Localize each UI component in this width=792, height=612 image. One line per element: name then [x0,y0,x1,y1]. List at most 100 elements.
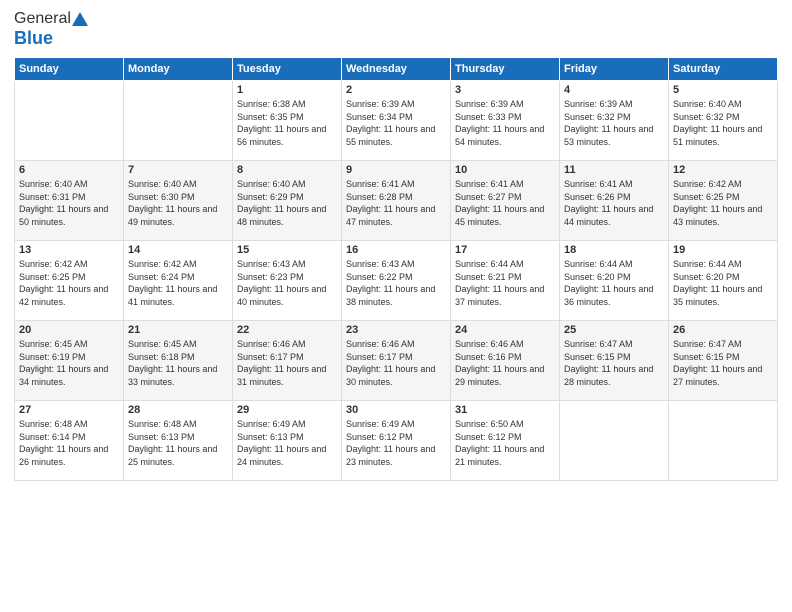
day-info: Sunrise: 6:39 AM Sunset: 6:32 PM Dayligh… [564,98,664,148]
calendar-cell: 6 Sunrise: 6:40 AM Sunset: 6:31 PM Daylig… [15,161,124,241]
calendar-cell: 17 Sunrise: 6:44 AM Sunset: 6:21 PM Dayli… [451,241,560,321]
day-info: Sunrise: 6:49 AM Sunset: 6:12 PM Dayligh… [346,418,446,468]
day-number: 19 [673,244,773,256]
calendar-cell: 26 Sunrise: 6:47 AM Sunset: 6:15 PM Dayli… [669,321,778,401]
day-number: 29 [237,404,337,416]
day-info: Sunrise: 6:41 AM Sunset: 6:27 PM Dayligh… [455,178,555,228]
calendar-header-sunday: Sunday [15,58,124,81]
day-info: Sunrise: 6:48 AM Sunset: 6:14 PM Dayligh… [19,418,119,468]
day-info: Sunrise: 6:44 AM Sunset: 6:20 PM Dayligh… [673,258,773,308]
day-number: 11 [564,164,664,176]
day-info: Sunrise: 6:40 AM Sunset: 6:31 PM Dayligh… [19,178,119,228]
calendar-cell [124,81,233,161]
day-info: Sunrise: 6:41 AM Sunset: 6:28 PM Dayligh… [346,178,446,228]
day-info: Sunrise: 6:41 AM Sunset: 6:26 PM Dayligh… [564,178,664,228]
calendar-header-monday: Monday [124,58,233,81]
day-info: Sunrise: 6:40 AM Sunset: 6:30 PM Dayligh… [128,178,228,228]
day-info: Sunrise: 6:49 AM Sunset: 6:13 PM Dayligh… [237,418,337,468]
calendar-cell: 24Sunrise: 6:46 AM Sunset: 6:16 PM Dayli… [451,321,560,401]
day-number: 7 [128,164,228,176]
day-number: 31 [455,404,555,416]
calendar-cell: 28 Sunrise: 6:48 AM Sunset: 6:13 PM Dayli… [124,401,233,481]
calendar-header-wednesday: Wednesday [342,58,451,81]
logo: General Blue [14,10,89,49]
calendar-cell: 27Sunrise: 6:48 AM Sunset: 6:14 PM Dayli… [15,401,124,481]
calendar-week-4: 20 Sunrise: 6:45 AM Sunset: 6:19 PM Dayli… [15,321,778,401]
calendar-week-1: 1 Sunrise: 6:38 AM Sunset: 6:35 PM Daylig… [15,81,778,161]
day-info: Sunrise: 6:47 AM Sunset: 6:15 PM Dayligh… [564,338,664,388]
calendar-cell: 22 Sunrise: 6:46 AM Sunset: 6:17 PM Dayli… [233,321,342,401]
calendar-cell: 13 Sunrise: 6:42 AM Sunset: 6:25 PM Dayli… [15,241,124,321]
day-number: 5 [673,84,773,96]
day-info: Sunrise: 6:38 AM Sunset: 6:35 PM Dayligh… [237,98,337,148]
logo-triangle-icon [71,10,89,28]
calendar-cell: 4Sunrise: 6:39 AM Sunset: 6:32 PM Daylig… [560,81,669,161]
page: General Blue SundayMondayTuesdayWednesda… [0,0,792,612]
day-number: 13 [19,244,119,256]
day-info: Sunrise: 6:45 AM Sunset: 6:18 PM Dayligh… [128,338,228,388]
day-number: 8 [237,164,337,176]
day-number: 14 [128,244,228,256]
calendar-cell: 9 Sunrise: 6:41 AM Sunset: 6:28 PM Daylig… [342,161,451,241]
calendar-cell: 11 Sunrise: 6:41 AM Sunset: 6:26 PM Dayli… [560,161,669,241]
day-info: Sunrise: 6:46 AM Sunset: 6:17 PM Dayligh… [346,338,446,388]
calendar-week-3: 13 Sunrise: 6:42 AM Sunset: 6:25 PM Dayli… [15,241,778,321]
calendar-header-friday: Friday [560,58,669,81]
day-info: Sunrise: 6:50 AM Sunset: 6:12 PM Dayligh… [455,418,555,468]
day-info: Sunrise: 6:44 AM Sunset: 6:20 PM Dayligh… [564,258,664,308]
day-number: 10 [455,164,555,176]
calendar-week-5: 27Sunrise: 6:48 AM Sunset: 6:14 PM Dayli… [15,401,778,481]
calendar-cell: 30 Sunrise: 6:49 AM Sunset: 6:12 PM Dayli… [342,401,451,481]
day-info: Sunrise: 6:39 AM Sunset: 6:34 PM Dayligh… [346,98,446,148]
calendar-cell: 21 Sunrise: 6:45 AM Sunset: 6:18 PM Dayli… [124,321,233,401]
calendar-cell [669,401,778,481]
calendar-cell: 16 Sunrise: 6:43 AM Sunset: 6:22 PM Dayli… [342,241,451,321]
day-number: 9 [346,164,446,176]
day-info: Sunrise: 6:43 AM Sunset: 6:22 PM Dayligh… [346,258,446,308]
calendar-cell: 25 Sunrise: 6:47 AM Sunset: 6:15 PM Dayli… [560,321,669,401]
calendar-cell: 7 Sunrise: 6:40 AM Sunset: 6:30 PM Daylig… [124,161,233,241]
day-number: 28 [128,404,228,416]
day-number: 22 [237,324,337,336]
calendar-cell: 2 Sunrise: 6:39 AM Sunset: 6:34 PM Daylig… [342,81,451,161]
calendar-cell: 12Sunrise: 6:42 AM Sunset: 6:25 PM Dayli… [669,161,778,241]
logo-blue-text: Blue [14,28,53,49]
day-info: Sunrise: 6:42 AM Sunset: 6:24 PM Dayligh… [128,258,228,308]
day-info: Sunrise: 6:45 AM Sunset: 6:19 PM Dayligh… [19,338,119,388]
day-info: Sunrise: 6:39 AM Sunset: 6:33 PM Dayligh… [455,98,555,148]
day-number: 12 [673,164,773,176]
day-info: Sunrise: 6:46 AM Sunset: 6:17 PM Dayligh… [237,338,337,388]
day-number: 2 [346,84,446,96]
day-number: 1 [237,84,337,96]
calendar-cell: 5Sunrise: 6:40 AM Sunset: 6:32 PM Daylig… [669,81,778,161]
calendar-cell [15,81,124,161]
day-number: 16 [346,244,446,256]
day-number: 20 [19,324,119,336]
header: General Blue [14,10,778,49]
day-info: Sunrise: 6:44 AM Sunset: 6:21 PM Dayligh… [455,258,555,308]
calendar-cell: 15 Sunrise: 6:43 AM Sunset: 6:23 PM Dayli… [233,241,342,321]
day-number: 23 [346,324,446,336]
day-number: 30 [346,404,446,416]
day-number: 24 [455,324,555,336]
day-info: Sunrise: 6:47 AM Sunset: 6:15 PM Dayligh… [673,338,773,388]
day-info: Sunrise: 6:48 AM Sunset: 6:13 PM Dayligh… [128,418,228,468]
day-number: 17 [455,244,555,256]
day-number: 26 [673,324,773,336]
day-number: 3 [455,84,555,96]
calendar-cell [560,401,669,481]
calendar-week-2: 6 Sunrise: 6:40 AM Sunset: 6:31 PM Daylig… [15,161,778,241]
calendar-header-saturday: Saturday [669,58,778,81]
day-info: Sunrise: 6:42 AM Sunset: 6:25 PM Dayligh… [19,258,119,308]
day-number: 18 [564,244,664,256]
day-number: 25 [564,324,664,336]
calendar-cell: 3 Sunrise: 6:39 AM Sunset: 6:33 PM Daylig… [451,81,560,161]
day-number: 21 [128,324,228,336]
day-number: 6 [19,164,119,176]
calendar-cell: 23 Sunrise: 6:46 AM Sunset: 6:17 PM Dayli… [342,321,451,401]
calendar-cell: 29 Sunrise: 6:49 AM Sunset: 6:13 PM Dayli… [233,401,342,481]
day-number: 15 [237,244,337,256]
day-info: Sunrise: 6:43 AM Sunset: 6:23 PM Dayligh… [237,258,337,308]
calendar-cell: 14 Sunrise: 6:42 AM Sunset: 6:24 PM Dayli… [124,241,233,321]
calendar-header-tuesday: Tuesday [233,58,342,81]
